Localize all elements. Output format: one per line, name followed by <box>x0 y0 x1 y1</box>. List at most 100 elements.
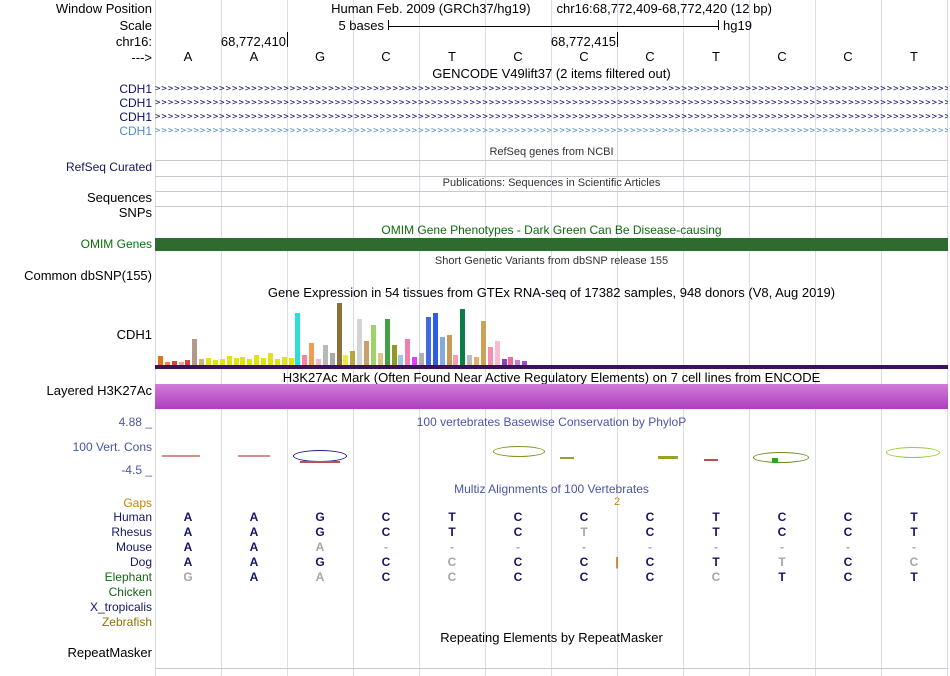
omim-genes-track-bar[interactable] <box>155 238 948 251</box>
gtex-expression-bar[interactable] <box>185 360 190 365</box>
gtex-expression-bar[interactable] <box>247 359 252 365</box>
conservation-mark <box>300 461 340 463</box>
dbsnp-label[interactable]: Common dbSNP(155) <box>24 269 152 282</box>
gtex-gene-label[interactable]: CDH1 <box>117 328 152 341</box>
gtex-expression-bar[interactable] <box>275 359 280 365</box>
gtex-expression-bar[interactable] <box>206 358 211 365</box>
gtex-expression-bar[interactable] <box>419 353 424 365</box>
gtex-expression-bar[interactable] <box>522 361 527 365</box>
refseq-curated-label[interactable]: RefSeq Curated <box>66 161 152 173</box>
gtex-expression-bar[interactable] <box>447 335 452 365</box>
alignment-base: - <box>846 540 850 554</box>
gtex-expression-bar[interactable] <box>495 341 500 365</box>
gtex-expression-bar[interactable] <box>323 345 328 365</box>
species-label-rhesus[interactable]: Rhesus <box>111 526 152 538</box>
gtex-expression-bar[interactable] <box>515 360 520 365</box>
gene-label-cdh1-1[interactable]: CDH1 <box>119 83 152 95</box>
gtex-expression-bar[interactable] <box>433 313 438 365</box>
gtex-expression-bar[interactable] <box>192 339 197 365</box>
gtex-gene-baseline[interactable] <box>155 365 948 369</box>
gtex-expression-bar[interactable] <box>220 359 225 365</box>
gtex-expression-bar[interactable] <box>330 353 335 365</box>
gtex-expression-bar[interactable] <box>364 341 369 365</box>
repeatmasker-label[interactable]: RepeatMasker <box>67 646 152 659</box>
refseq-track-title: RefSeq genes from NCBI <box>489 146 614 158</box>
position-range: chr16:68,772,409-68,772,420 (12 bp) <box>556 1 772 16</box>
snps-label[interactable]: SNPs <box>119 206 152 219</box>
gtex-expression-bar[interactable] <box>343 355 348 365</box>
phylop-track-label[interactable]: 100 Vert. Cons <box>73 441 152 453</box>
alignment-base: A <box>183 540 193 554</box>
gtex-expression-bar[interactable] <box>268 353 273 365</box>
gene-model-cdh1-1[interactable]: >>>>>>>>>>>>>>>>>>>>>>>>>>>>>>>>>>>>>>>>… <box>155 84 948 94</box>
gtex-expression-bar[interactable] <box>474 357 479 365</box>
gtex-expression-bar[interactable] <box>357 319 362 365</box>
alignment-base: G <box>315 510 325 524</box>
h3k27ac-label[interactable]: Layered H3K27Ac <box>46 384 152 397</box>
gtex-expression-bar[interactable] <box>508 357 513 365</box>
gene-label-cdh1-3[interactable]: CDH1 <box>119 111 152 123</box>
gtex-expression-bar[interactable] <box>378 353 383 365</box>
gtex-expression-bar[interactable] <box>309 343 314 365</box>
gtex-expression-bar[interactable] <box>350 351 355 365</box>
gtex-expression-bar[interactable] <box>502 359 507 365</box>
gtex-expression-bar[interactable] <box>240 357 245 365</box>
gtex-expression-bar[interactable] <box>199 359 204 365</box>
alignment-base: C <box>645 570 655 584</box>
gtex-expression-bar[interactable] <box>179 362 184 365</box>
gtex-expression-bar[interactable] <box>165 362 170 365</box>
species-label-mouse[interactable]: Mouse <box>116 541 152 553</box>
alignment-base: C <box>645 525 655 539</box>
gtex-expression-bar[interactable] <box>316 359 321 365</box>
gene-model-cdh1-3[interactable]: >>>>>>>>>>>>>>>>>>>>>>>>>>>>>>>>>>>>>>>>… <box>155 112 948 122</box>
gene-label-cdh1-2[interactable]: CDH1 <box>119 97 152 109</box>
alignment-base: T <box>448 525 456 539</box>
gtex-expression-bar[interactable] <box>488 347 493 365</box>
gtex-expression-bar[interactable] <box>392 345 397 365</box>
gtex-expression-bar[interactable] <box>412 357 417 365</box>
gtex-expression-bar[interactable] <box>481 321 486 365</box>
gaps-label[interactable]: Gaps <box>123 497 152 509</box>
gtex-expression-bar[interactable] <box>385 319 390 365</box>
gtex-expression-bar[interactable] <box>467 355 472 365</box>
gene-model-cdh1-2[interactable]: >>>>>>>>>>>>>>>>>>>>>>>>>>>>>>>>>>>>>>>>… <box>155 98 948 108</box>
gtex-expression-bar[interactable] <box>426 317 431 365</box>
species-label-human[interactable]: Human <box>113 511 152 523</box>
gtex-expression-bar[interactable] <box>213 360 218 365</box>
h3k27ac-signal-bar[interactable] <box>155 384 948 409</box>
gtex-expression-bar[interactable] <box>261 358 266 365</box>
gtex-expression-bar[interactable] <box>227 356 232 365</box>
species-label-x_tropicalis[interactable]: X_tropicalis <box>90 601 152 613</box>
gtex-expression-bar[interactable] <box>453 355 458 365</box>
gtex-expression-bar[interactable] <box>371 325 376 365</box>
alignment-base: C <box>447 555 457 569</box>
gtex-expression-bar[interactable] <box>172 361 177 365</box>
species-label-dog[interactable]: Dog <box>130 556 152 568</box>
alignment-base: C <box>645 555 655 569</box>
gtex-expression-bar[interactable] <box>295 313 300 365</box>
species-label-chicken[interactable]: Chicken <box>109 586 152 598</box>
gtex-expression-bar[interactable] <box>158 356 163 365</box>
gtex-expression-bar[interactable] <box>460 309 465 365</box>
reference-base: C <box>843 49 853 64</box>
alignment-base: C <box>513 525 523 539</box>
alignment-base: A <box>249 525 259 539</box>
species-label-elephant[interactable]: Elephant <box>105 571 152 583</box>
sequences-label[interactable]: Sequences <box>87 191 152 204</box>
gtex-expression-bar[interactable] <box>440 337 445 365</box>
dbsnp-track-title: Short Genetic Variants from dbSNP releas… <box>434 255 669 267</box>
omim-genes-label[interactable]: OMIM Genes <box>81 238 152 250</box>
gtex-expression-bar[interactable] <box>289 358 294 365</box>
gtex-expression-bar[interactable] <box>398 355 403 365</box>
reference-base: C <box>381 49 391 64</box>
gtex-expression-bar[interactable] <box>337 303 342 365</box>
gtex-expression-bar[interactable] <box>302 355 307 365</box>
gtex-expression-bar[interactable] <box>254 355 259 365</box>
gtex-expression-bar[interactable] <box>234 358 239 365</box>
gene-label-cdh1-4[interactable]: CDH1 <box>119 125 152 137</box>
species-label-zebrafish[interactable]: Zebrafish <box>102 616 152 628</box>
gtex-expression-bar[interactable] <box>282 357 287 365</box>
gene-model-cdh1-4[interactable]: >>>>>>>>>>>>>>>>>>>>>>>>>>>>>>>>>>>>>>>>… <box>155 126 948 136</box>
conservation-mark <box>238 455 270 457</box>
gtex-expression-bar[interactable] <box>405 339 410 365</box>
